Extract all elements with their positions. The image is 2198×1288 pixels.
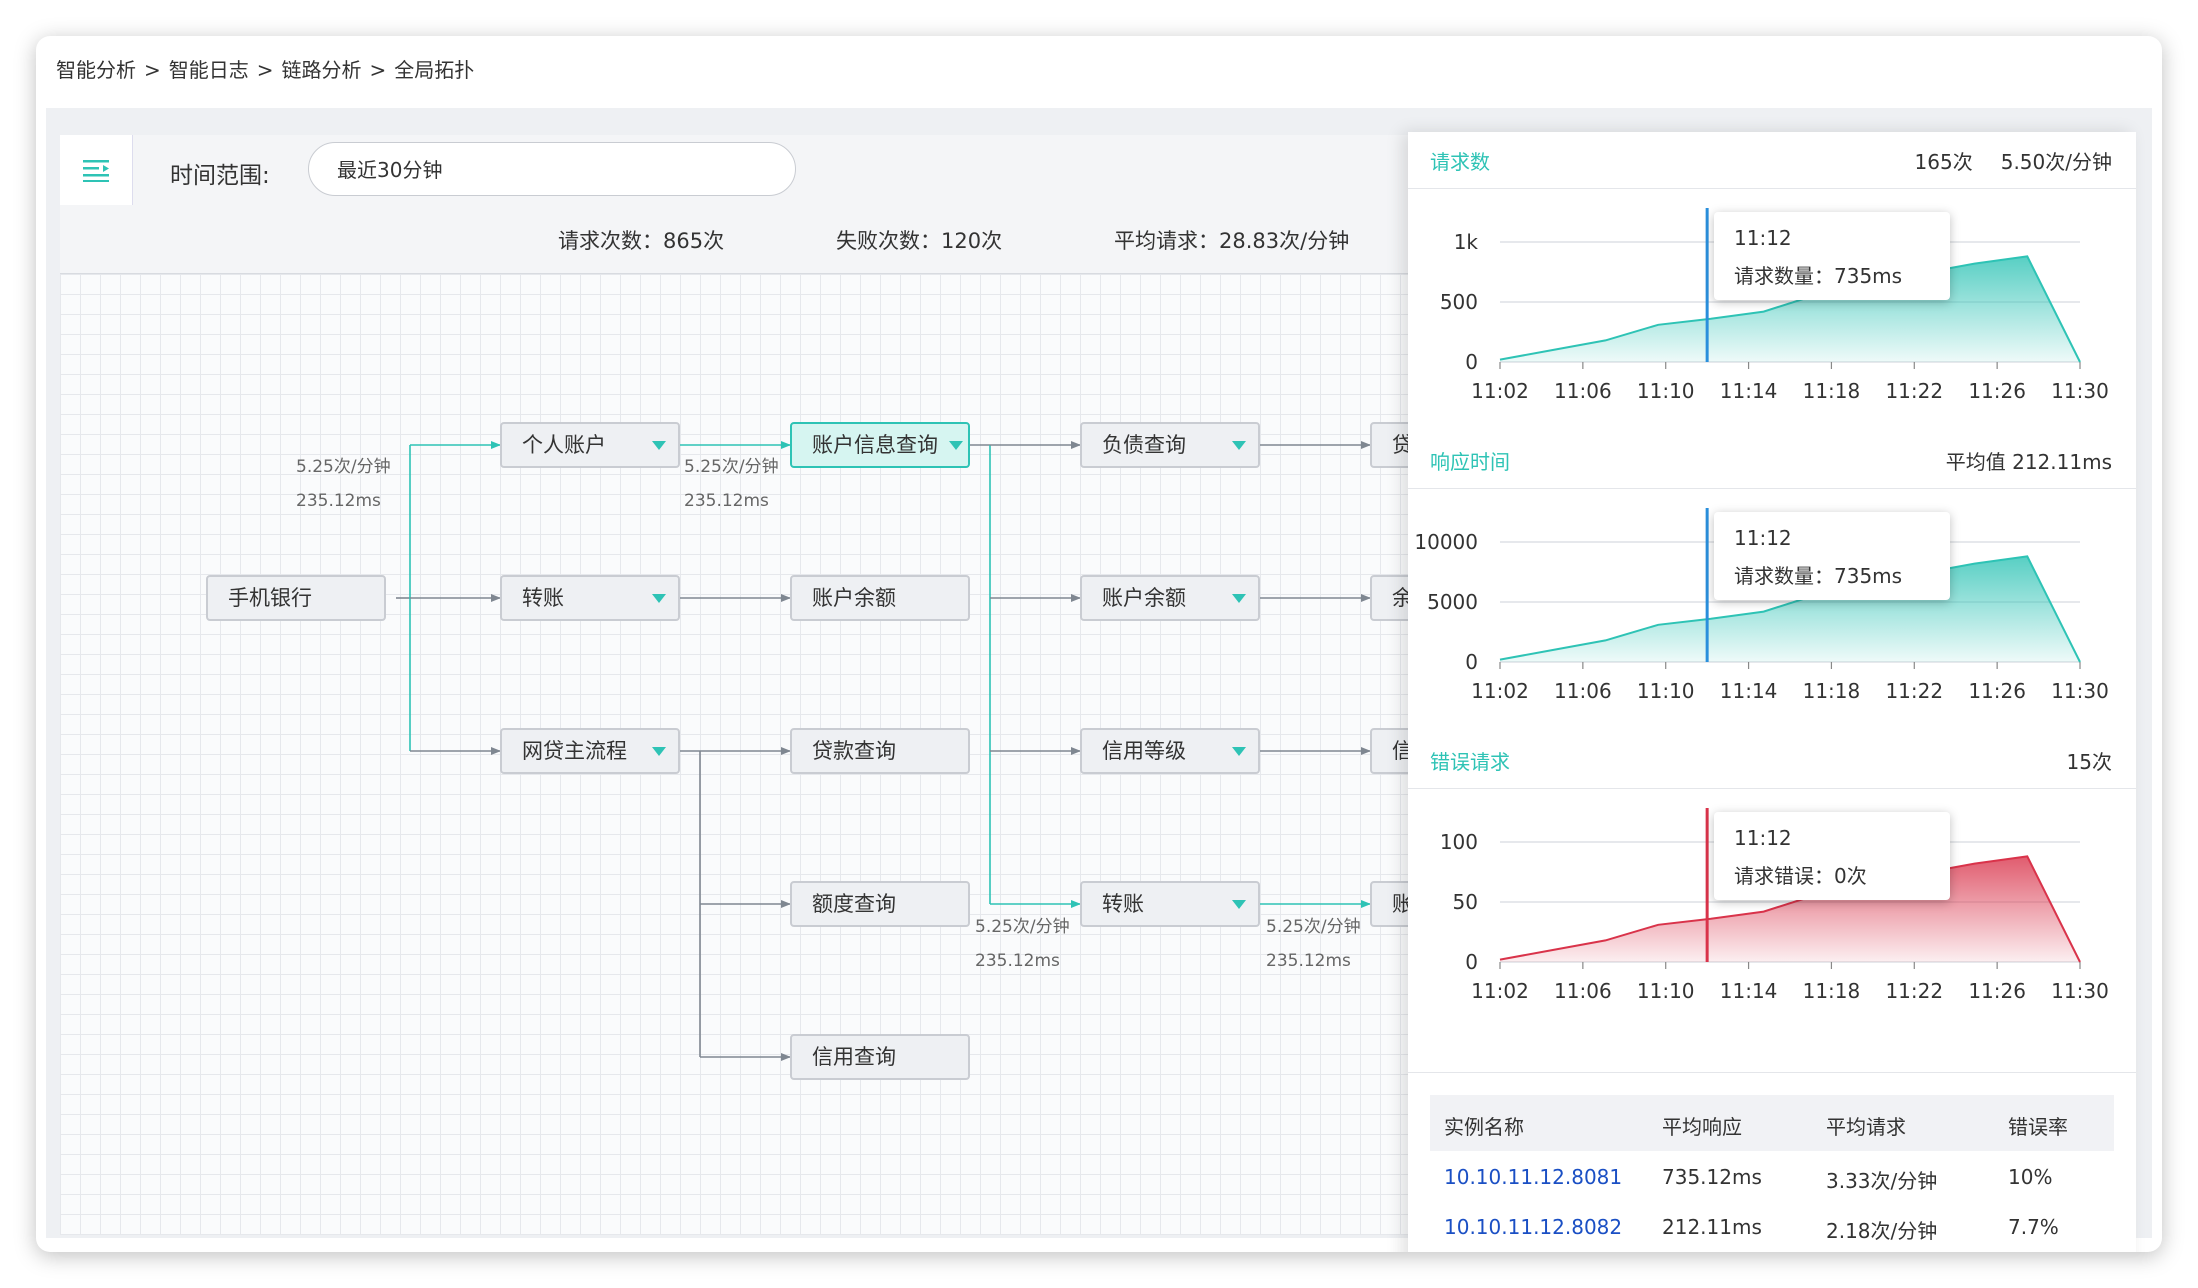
x-tick-label: 11:18 xyxy=(1803,379,1861,403)
breadcrumb-item[interactable]: 链路分析 xyxy=(282,58,362,82)
summary-stats: 请求次数：865次 失败次数：120次 平均请求：28.83次/分钟 xyxy=(60,205,1455,274)
caret-down-icon[interactable] xyxy=(1232,441,1246,450)
chart-tooltip: 11:12 请求数量：735ms xyxy=(1714,212,1950,300)
node-loan-query[interactable]: 贷款查询 xyxy=(790,728,970,774)
x-tick-label: 11:26 xyxy=(1968,979,2026,1003)
node-transfer[interactable]: 转账 xyxy=(500,575,680,621)
x-tick-label: 11:02 xyxy=(1471,979,1529,1003)
x-tick-label: 11:26 xyxy=(1968,379,2026,403)
y-tick-label: 0 xyxy=(1465,650,1478,674)
divider xyxy=(1408,1072,2136,1073)
topology-panel: 时间范围: 最近30分钟 请求次数：865次 失败次数：120次 平均请求：28… xyxy=(60,135,1455,1235)
table-row: 10.10.11.12.8082 212.11ms 2.18次/分钟 7.7% xyxy=(1444,1215,2059,1243)
instance-link[interactable]: 10.10.11.12.8081 xyxy=(1444,1165,1622,1189)
instance-link[interactable]: 10.10.11.12.8082 xyxy=(1444,1215,1622,1239)
node-account-balance[interactable]: 账户余额 xyxy=(790,575,970,621)
x-tick-label: 11:22 xyxy=(1885,979,1943,1003)
section-title: 响应时间 xyxy=(1430,450,1510,474)
breadcrumb-current: 全局拓扑 xyxy=(394,58,475,82)
failed-requests: 失败次数：120次 xyxy=(836,229,1003,253)
requests-section-header: 请求数 165次 5.50次/分钟 xyxy=(1408,132,2136,189)
caret-down-icon[interactable] xyxy=(652,594,666,603)
node-account-query[interactable]: 账户信息查询 xyxy=(790,422,970,468)
node-quota-query[interactable]: 额度查询 xyxy=(790,881,970,927)
x-tick-label: 11:14 xyxy=(1720,979,1778,1003)
y-tick-label: 5000 xyxy=(1427,590,1478,614)
x-tick-label: 11:30 xyxy=(2051,379,2109,403)
node-loan-main[interactable]: 网贷主流程 xyxy=(500,728,680,774)
x-tick-label: 11:18 xyxy=(1803,679,1861,703)
time-range-label: 时间范围: xyxy=(170,163,270,189)
x-tick-label: 11:14 xyxy=(1720,679,1778,703)
x-tick-label: 11:06 xyxy=(1554,979,1612,1003)
time-range-select[interactable]: 最近30分钟 xyxy=(308,142,796,196)
node-mobile-bank[interactable]: 手机银行 xyxy=(206,575,386,621)
caret-down-icon[interactable] xyxy=(652,747,666,756)
node-transfer-2[interactable]: 转账 xyxy=(1080,881,1260,927)
y-tick-label: 0 xyxy=(1465,350,1478,374)
x-tick-label: 11:02 xyxy=(1471,679,1529,703)
errors-section-header: 错误请求 15次 xyxy=(1408,732,2136,789)
x-tick-label: 11:10 xyxy=(1637,979,1695,1003)
menu-icon xyxy=(83,160,109,182)
flow-label: 5.25次/分钟 235.12ms xyxy=(684,457,779,511)
section-summary: 平均值 212.11ms xyxy=(1945,450,2112,474)
instance-table: 实例名称 平均响应 平均请求 错误率 10.10.11.12.8081 735.… xyxy=(1430,1095,2114,1251)
x-tick-label: 11:22 xyxy=(1885,679,1943,703)
node-debt-query[interactable]: 负债查询 xyxy=(1080,422,1260,468)
flow-label: 5.25次/分钟 235.12ms xyxy=(975,917,1070,971)
section-title: 请求数 xyxy=(1430,150,1490,174)
y-tick-label: 100 xyxy=(1440,830,1478,854)
caret-down-icon[interactable] xyxy=(1232,900,1246,909)
caret-down-icon[interactable] xyxy=(949,441,963,450)
node-personal-account[interactable]: 个人账户 xyxy=(500,422,680,468)
node-credit-query[interactable]: 信用查询 xyxy=(790,1034,970,1080)
x-tick-label: 11:06 xyxy=(1554,379,1612,403)
caret-down-icon[interactable] xyxy=(1232,747,1246,756)
flow-label: 5.25次/分钟 235.12ms xyxy=(296,457,391,511)
avg-requests: 平均请求：28.83次/分钟 xyxy=(1114,229,1350,253)
flow-label: 5.25次/分钟 235.12ms xyxy=(1266,917,1361,971)
chart-tooltip: 11:12 请求数量：735ms xyxy=(1714,512,1950,600)
x-tick-label: 11:02 xyxy=(1471,379,1529,403)
topology-canvas[interactable]: 手机银行 个人账户 转账 网贷主流程 账户信息查询 账户余额 贷款查询 额度查询… xyxy=(60,274,1455,1235)
y-tick-label: 50 xyxy=(1453,890,1478,914)
caret-down-icon[interactable] xyxy=(652,441,666,450)
x-tick-label: 11:10 xyxy=(1637,379,1695,403)
table-header: 实例名称 平均响应 平均请求 错误率 xyxy=(1430,1095,2114,1151)
detail-panel: 请求数 165次 5.50次/分钟 0 500 1k 11:02 11:06 11:10 11… xyxy=(1408,132,2136,1252)
x-tick-label: 11:18 xyxy=(1803,979,1861,1003)
section-title: 错误请求 xyxy=(1430,750,1510,774)
y-tick-label: 10000 xyxy=(1414,530,1478,554)
menu-toggle-button[interactable] xyxy=(60,135,133,205)
y-tick-label: 0 xyxy=(1465,950,1478,974)
table-row: 10.10.11.12.8081 735.12ms 3.33次/分钟 10% xyxy=(1444,1165,2053,1193)
node-account-balance-2[interactable]: 账户余额 xyxy=(1080,575,1260,621)
breadcrumb-item[interactable]: 智能日志 xyxy=(169,58,249,82)
section-summary: 165次 5.50次/分钟 xyxy=(1914,150,2112,174)
x-tick-label: 11:26 xyxy=(1968,679,2026,703)
x-tick-label: 11:22 xyxy=(1885,379,1943,403)
x-tick-label: 11:14 xyxy=(1720,379,1778,403)
x-tick-label: 11:30 xyxy=(2051,979,2109,1003)
toolbar: 时间范围: 最近30分钟 xyxy=(60,135,1455,205)
node-credit-level[interactable]: 信用等级 xyxy=(1080,728,1260,774)
app-window: 智能分析 > 智能日志 > 链路分析 > 全局拓扑 时间范围: 最近30分钟 请求次数： xyxy=(36,36,2162,1252)
caret-down-icon[interactable] xyxy=(1232,594,1246,603)
x-tick-label: 11:10 xyxy=(1637,679,1695,703)
y-tick-label: 500 xyxy=(1440,290,1478,314)
section-summary: 15次 xyxy=(2066,750,2112,774)
total-requests: 请求次数：865次 xyxy=(558,229,725,253)
x-tick-label: 11:30 xyxy=(2051,679,2109,703)
breadcrumb-item[interactable]: 智能分析 xyxy=(56,58,136,82)
y-tick-label: 1k xyxy=(1454,230,1479,254)
breadcrumb: 智能分析 > 智能日志 > 链路分析 > 全局拓扑 xyxy=(56,58,475,82)
x-tick-label: 11:06 xyxy=(1554,679,1612,703)
chart-tooltip: 11:12 请求错误：0次 xyxy=(1714,812,1950,900)
response-section-header: 响应时间 平均值 212.11ms xyxy=(1408,432,2136,489)
